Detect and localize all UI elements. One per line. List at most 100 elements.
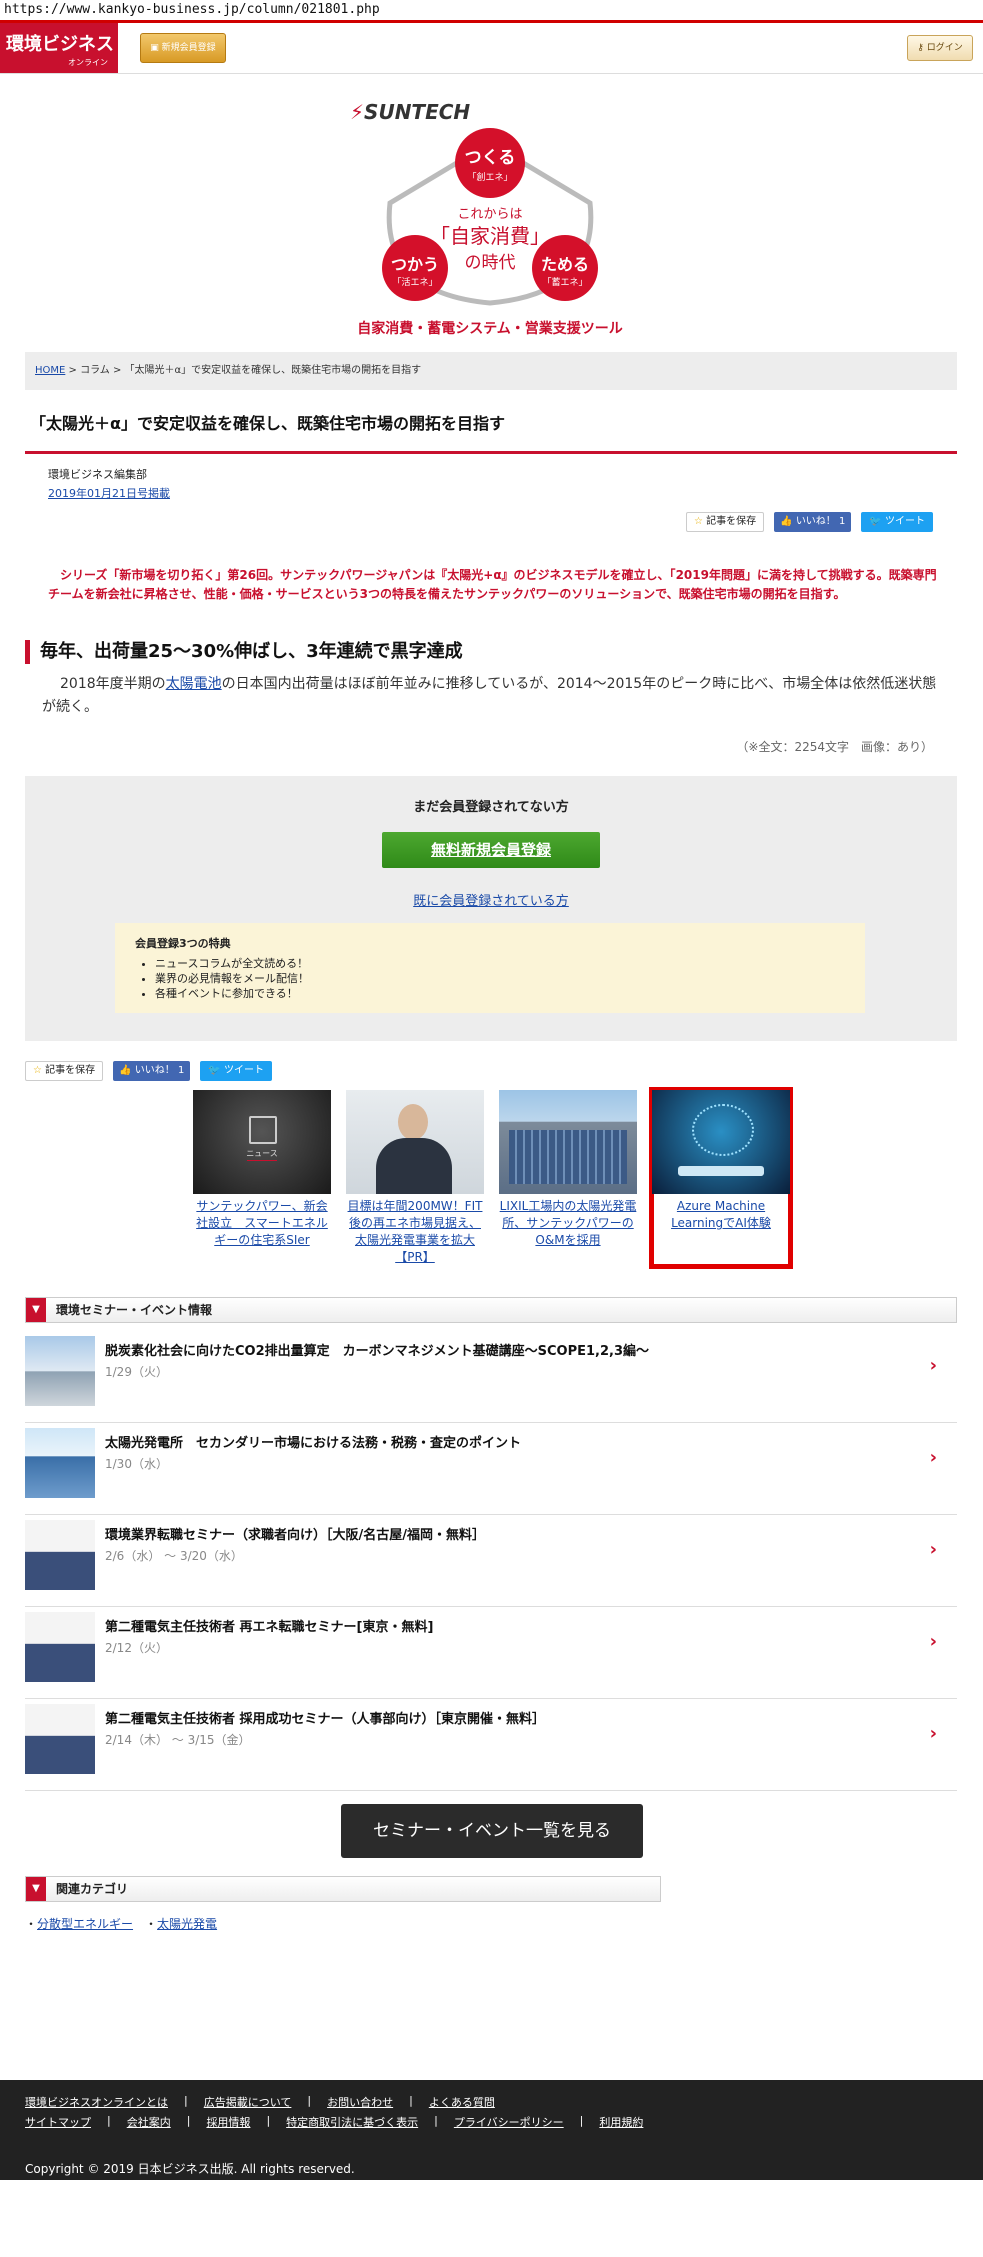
news-badge: ニュース (246, 1149, 278, 1158)
article-title: 「太陽光＋α」で安定収益を確保し、既築住宅市場の開拓を目指す (30, 414, 505, 433)
article-author: 環境ビジネス編集部 (48, 468, 147, 481)
section-heading: 毎年、出荷量25～30%伸ばし、3年連続で黒字達成 (25, 640, 463, 664)
circle-left-text: つかう (391, 255, 439, 274)
chevron-down-icon: ▼ (26, 1298, 46, 1322)
chevron-right-icon: › (929, 1355, 937, 1376)
circle-left-sub: 「活エネ」 (392, 276, 437, 288)
already-member-link[interactable]: 既に会員登録されている方 (413, 894, 569, 909)
seminar-thumbnail (25, 1704, 95, 1774)
solar-cell-link[interactable]: 太陽電池 (166, 676, 222, 692)
footer-link[interactable]: 特定商取引法に基づく表示 (286, 2114, 418, 2130)
register-label: 新規会員登録 (161, 43, 216, 53)
related-article[interactable]: LIXIL工場内の太陽光発電所、サンテックパワーのO&Mを採用 (499, 1090, 637, 1266)
related-caption: 目標は年間200MW！FIT後の再エネ市場見据え、太陽光発電事業を拡大【PR】 (347, 1199, 483, 1264)
footer-link[interactable]: プライバシーポリシー (454, 2114, 564, 2130)
related-article[interactable]: ニュース サンテックパワー、新会社設立 スマートエネルギーの住宅系SIer (193, 1090, 331, 1266)
footer-link[interactable]: 採用情報 (206, 2114, 250, 2130)
footer-links-1: 環境ビジネスオンラインとは | 広告掲載について | お問い合わせ | よくある質問 (25, 2094, 495, 2110)
benefit-item: ニュースコラムが全文読める！ (155, 956, 865, 971)
breadcrumb-sep: > (65, 365, 81, 376)
article-lead: シリーズ「新市場を切り拓く」第26回。サンテックパワージャパンは『太陽光+α』の… (48, 568, 937, 601)
register-button[interactable]: ▣ 新規会員登録 (140, 33, 226, 63)
circle-top-text: つくる (465, 148, 516, 168)
article-date[interactable]: 2019年01月21日号掲載 (48, 485, 170, 501)
benefit-list: ニュースコラムが全文読める！ 業界の必見情報をメール配信！ 各種イベントに参加で… (135, 956, 865, 1001)
event-title: 第二種電気主任技術者 採用成功セミナー（人事部向け）［東京開催・無料］ (105, 1712, 546, 1727)
chevron-right-icon: › (929, 1631, 937, 1652)
center-text-3: の時代 (465, 253, 516, 273)
seminar-event[interactable]: 環境業界転職セミナー（求職者向け）［大阪/名古屋/福岡・無料］ 2/6（水） ～… (25, 1514, 957, 1607)
seminar-heading: ▼ 環境セミナー・イベント情報 (25, 1297, 957, 1323)
seminar-event[interactable]: 太陽光発電所 セカンダリー市場における法務・税務・査定のポイント 1/30（水）… (25, 1422, 957, 1515)
seminar-thumbnail (25, 1612, 95, 1682)
circle-right-text: ためる (541, 255, 589, 274)
breadcrumb-home[interactable]: HOME (35, 365, 65, 376)
chevron-down-icon: ▼ (26, 1877, 46, 1901)
tweet-button[interactable]: 🐦 ツイート (861, 512, 933, 532)
footer-link[interactable]: 利用規約 (599, 2114, 643, 2130)
twitter-icon: 🐦 (208, 1065, 221, 1076)
seminar-event[interactable]: 第二種電気主任技術者 再エネ転職セミナー[東京・無料] 2/12（火） › (25, 1606, 957, 1699)
chevron-right-icon: › (929, 1447, 937, 1468)
tweet-button[interactable]: 🐦 ツイート (200, 1061, 272, 1081)
seminar-event[interactable]: 第二種電気主任技術者 採用成功セミナー（人事部向け）［東京開催・無料］ 2/14… (25, 1698, 957, 1791)
star-icon: ☆ (694, 516, 703, 527)
ai-thumbnail (652, 1090, 790, 1194)
site-footer: 環境ビジネスオンラインとは | 広告掲載について | お問い合わせ | よくある質問 … (0, 2080, 983, 2180)
login-button[interactable]: ⚷ ログイン (907, 35, 973, 61)
category-link[interactable]: 分散型エネルギー (37, 1917, 133, 1931)
newspaper-icon (249, 1116, 277, 1144)
chevron-right-icon: › (929, 1539, 937, 1560)
city-thumbnail (25, 1336, 95, 1406)
footer-link[interactable]: よくある質問 (429, 2094, 495, 2110)
event-title: 脱炭素化社会に向けたCO2排出量算定 カーボンマネジメント基礎講座～SCOPE1… (105, 1344, 650, 1359)
footer-link[interactable]: サイトマップ (25, 2114, 91, 2130)
breadcrumb: HOME > コラム > 「太陽光＋α」で安定収益を確保し、既築住宅市場の開拓を… (25, 352, 957, 390)
breadcrumb-column[interactable]: コラム (80, 365, 110, 376)
footer-link[interactable]: 広告掲載について (204, 2094, 292, 2110)
share-bar-bottom: ☆ 記事を保存 👍 いいね！ 1 🐦 ツイート (25, 1061, 272, 1081)
facebook-like-button[interactable]: 👍 いいね！ 1 (113, 1061, 191, 1081)
article-body: 2018年度半期の太陽電池の日本国内出荷量はほぼ前年並みに推移しているが、201… (42, 676, 937, 715)
logo-main: 環境ビジネス (6, 34, 114, 55)
category-heading: ▼ 関連カテゴリ (25, 1876, 661, 1902)
benefit-title: 会員登録3つの特典 (135, 937, 231, 950)
already-member-link-wrap: 既に会員登録されている方 (25, 890, 957, 909)
save-article-button[interactable]: ☆ 記事を保存 (25, 1061, 104, 1081)
footer-links-2: サイトマップ | 会社案内 | 採用情報 | 特定商取引法に基づく表示 | プライバシー… (25, 2114, 644, 2130)
solar-thumbnail (25, 1428, 95, 1498)
benefit-item: 各種イベントに参加できる！ (155, 986, 865, 1001)
related-article[interactable]: 目標は年間200MW！FIT後の再エネ市場見据え、太陽光発電事業を拡大【PR】 (346, 1090, 484, 1266)
related-caption: LIXIL工場内の太陽光発電所、サンテックパワーのO&Mを採用 (499, 1199, 637, 1247)
banner-tagline: 自家消費・蓄電システム・営業支援ツール (357, 321, 623, 337)
event-date: 1/30（水） (105, 1457, 168, 1471)
free-register-button[interactable]: 無料新規会員登録 (382, 832, 600, 868)
url-bar[interactable]: https://www.kankyo-business.jp/column/02… (0, 0, 983, 20)
login-label: ログイン (926, 43, 963, 53)
member-box: まだ会員登録されてない方 無料新規会員登録 既に会員登録されている方 会員登録3… (25, 776, 957, 1041)
share-bar-top: ☆ 記事を保存 👍 いいね！ 1 🐦 ツイート (686, 512, 933, 532)
footer-link[interactable]: 会社案内 (127, 2114, 171, 2130)
event-date: 2/6（水） ～ 3/20（水） (105, 1549, 243, 1563)
title-divider (25, 451, 957, 454)
related-article[interactable]: Azure Machine LearningでAI体験 (649, 1087, 793, 1269)
circle-top-sub: 「創エネ」 (467, 171, 512, 183)
suntech-banner[interactable]: ⚡SUNTECH つくる 「創エネ」 つかう 「活エネ」 ためる 「蓄エネ」 こ… (340, 98, 640, 343)
footer-link[interactable]: お問い合わせ (327, 2094, 393, 2110)
event-title: 太陽光発電所 セカンダリー市場における法務・税務・査定のポイント (105, 1436, 522, 1451)
event-date: 2/14（木） ～ 3/15（金） (105, 1733, 251, 1747)
site-header: 環境ビジネス オンライン ▣ 新規会員登録 ⚷ ログイン (0, 20, 983, 74)
save-article-button[interactable]: ☆ 記事を保存 (686, 512, 765, 532)
all-seminars-button[interactable]: セミナー・イベント一覧を見る (341, 1804, 643, 1858)
event-title: 第二種電気主任技術者 再エネ転職セミナー[東京・無料] (105, 1620, 434, 1635)
facebook-like-button[interactable]: 👍 いいね！ 1 (774, 512, 852, 532)
logo-sub: オンライン (68, 58, 108, 67)
event-date: 2/12（火） (105, 1641, 168, 1655)
copyright: Copyright © 2019 日本ビジネス出版. All rights re… (25, 2162, 355, 2176)
category-link[interactable]: 太陽光発電 (157, 1917, 217, 1931)
circle-right-sub: 「蓄エネ」 (542, 276, 587, 288)
seminar-event[interactable]: 脱炭素化社会に向けたCO2排出量算定 カーボンマネジメント基礎講座～SCOPE1… (25, 1330, 957, 1423)
site-logo[interactable]: 環境ビジネス オンライン (0, 23, 118, 73)
event-date: 1/29（火） (105, 1365, 168, 1379)
footer-link[interactable]: 環境ビジネスオンラインとは (25, 2094, 168, 2110)
